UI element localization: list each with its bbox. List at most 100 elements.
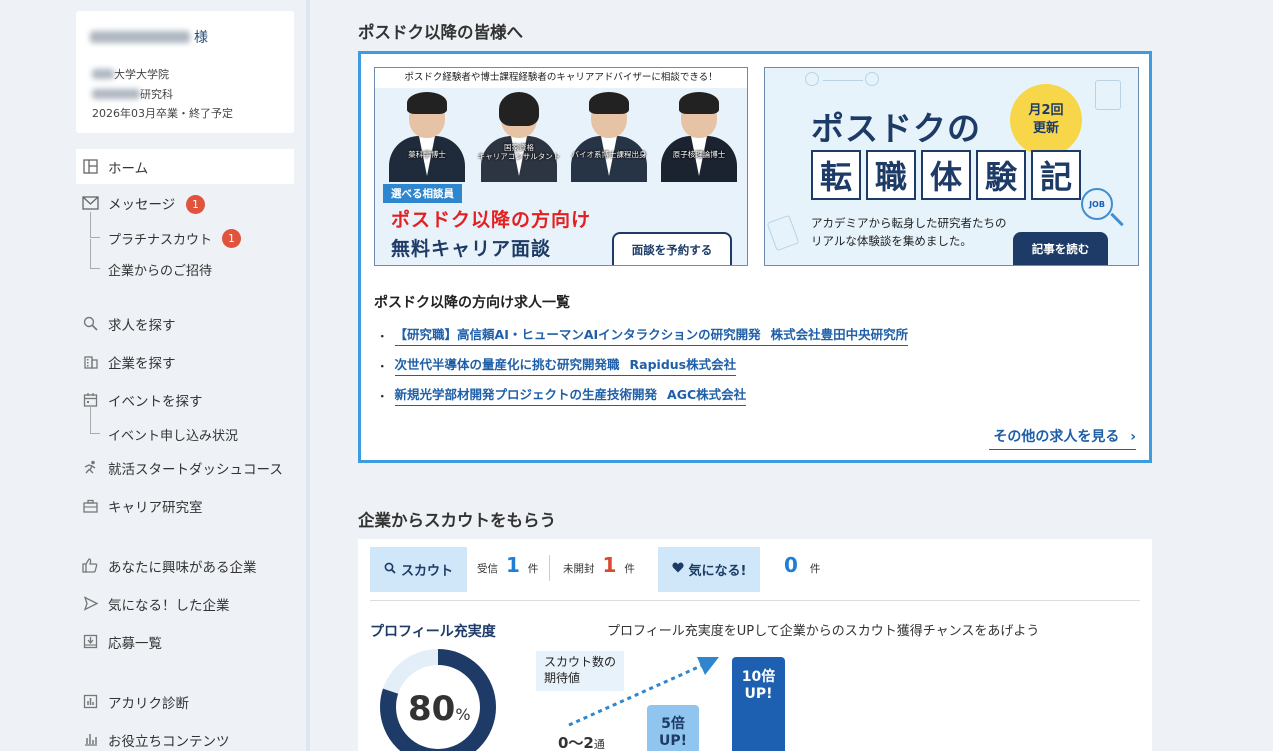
nav-find-events[interactable]: イベントを探す [76,382,294,417]
nav-find-jobs-label: 求人を探す [108,317,176,334]
nav-home-label: ホーム [108,160,149,177]
received-count[interactable]: 受信 1 件 [477,553,538,577]
like-count[interactable]: 0 件 [776,553,820,577]
user-name: 様 [90,27,208,47]
sidebar-divider [306,0,310,751]
banner-headline-sub: 無料キャリア面談 [391,238,552,260]
molecule-decoration [865,72,879,86]
profile-completion-title: プロフィール充実度 [370,624,496,640]
unopened-count[interactable]: 未開封 1 件 [563,553,635,577]
nav-find-companies[interactable]: 企業を探す [76,344,294,379]
advisor-photo [655,90,743,182]
advisor-photo [475,90,563,182]
job-magnifier-icon: JOB [1081,188,1113,220]
story-title: ポスドクの [811,109,981,148]
document-decoration [766,214,800,252]
briefcase-icon [81,497,99,515]
more-jobs-link[interactable]: その他の求人を見る › [989,426,1136,450]
story-description: アカデミアから転身した研究者たちの リアルな体験談を集めました。 [811,216,1007,248]
molecule-decoration [805,72,819,86]
advisor-caption: バイオ系博士課程出身 [571,150,647,159]
base-scout-count: 0〜2通 [558,734,605,751]
nav-messages[interactable]: メッセージ 1 [76,185,294,220]
search-icon [384,562,396,578]
read-article-button[interactable]: 記事を読む [1013,232,1108,265]
profile-hint: プロフィール充実度をUPして企業からのスカウト獲得チャンスをあげよう [607,624,1040,639]
nav-interested-companies[interactable]: あなたに興味がある企業 [76,548,294,583]
user-name-redacted [90,31,190,43]
messages-badge: 1 [186,195,205,214]
ten-times-bar: 10倍 UP! [732,657,785,751]
send-icon [81,595,99,613]
career-story-banner[interactable]: ポスドクの 月2回 更新 転 職 体 験 記 JOB アカデミアから転身した研究… [764,67,1139,266]
magnifier-handle [1110,212,1124,227]
nav-messages-label: メッセージ [108,196,176,213]
sidebar: 様 大学大学院 研究科 2026年03月卒業・終了予定 ホーム メッセージ 1 … [0,0,306,751]
story-title-char: 転 [811,150,861,200]
nav-interested-companies-label: あなたに興味がある企業 [108,559,257,576]
nav-invitations-label: 企業からのご招待 [108,263,213,279]
banner-top-text: ポスドク経験者や博士課程経験者のキャリアアドバイザーに相談できる！ [375,68,747,88]
nav-diagnosis[interactable]: アカリク診断 [76,684,294,719]
advisor-photo [383,90,471,182]
user-department: 研究科 [92,86,173,102]
advisor-caption: 国家資格 キャリアコンサルタント [477,143,561,161]
growth-arrow [568,657,719,727]
chart-icon [81,731,99,749]
job-link[interactable]: 【研究職】高信頼AI・ヒューマンAIインタラクションの研究開発 株式会社豊田中央研… [394,324,909,346]
nav-useful-contents[interactable]: お役立ちコンテンツ [76,722,294,751]
scout-tab[interactable]: スカウト [370,547,467,592]
stat-divider [549,555,550,581]
nav-applications[interactable]: 応募一覧 [76,624,294,659]
like-tab[interactable]: 気になる! [658,547,760,592]
advisor-caption: 原子核理論博士 [672,150,726,159]
banner-tag: 選べる相談員 [383,184,462,203]
tree-line [90,239,100,269]
nav-liked-companies-label: 気になる！した企業 [108,597,230,614]
five-times-bar: 5倍 UP! [647,705,699,751]
advisor-photo [565,90,653,182]
job-link[interactable]: 新規光学部材開発プロジェクトの生産技術開発 AGC株式会社 [394,384,747,406]
career-consult-banner[interactable]: ポスドク経験者や博士課程経験者のキャリアアドバイザーに相談できる！ 薬科学博士 … [374,67,748,266]
story-title-char: 職 [866,150,916,200]
running-icon [81,459,99,477]
user-university: 大学大学院 [92,66,169,82]
job-list-item: ・ 【研究職】高信頼AI・ヒューマンAIインタラクションの研究開発 株式会社豊田中… [376,324,909,346]
nav-career-lab-label: キャリア研究室 [108,499,203,516]
chevron-right-icon: › [1130,429,1136,445]
nav-find-companies-label: 企業を探す [108,355,176,372]
inbox-icon [81,633,99,651]
tree-line [90,406,100,434]
nav-home[interactable]: ホーム [76,149,294,184]
nav-startdash[interactable]: 就活スタートダッシュコース [76,450,294,485]
scout-section-title: 企業からスカウトをもらう [358,511,556,530]
job-list-item: ・ 新規光学部材開発プロジェクトの生産技術開発 AGC株式会社 [376,384,747,406]
story-title-char: 体 [921,150,971,200]
nav-find-events-label: イベントを探す [108,393,203,410]
job-link[interactable]: 次世代半導体の量産化に挑む研究開発職 Rapidus株式会社 [394,354,737,376]
user-name-suffix: 様 [194,30,208,46]
heart-icon [671,562,684,577]
nav-platinum-scout-label: プラチナスカウト [108,232,213,248]
story-title-char: 験 [976,150,1026,200]
layout-icon [81,158,99,176]
postdoc-jobs-title: ポスドク以降の方向け求人一覧 [374,295,570,311]
thumbs-up-icon [81,557,99,575]
user-graduation: 2026年03月卒業・終了予定 [92,107,233,120]
nav-liked-companies[interactable]: 気になる！した企業 [76,586,294,621]
scout-panel: スカウト 受信 1 件 未開封 1 件 気になる! 0 件 プロフィール充実度 … [358,539,1152,751]
story-title-char: 記 [1031,150,1081,200]
molecule-decoration [823,80,863,81]
postdoc-panel: ポスドク経験者や博士課程経験者のキャリアアドバイザーに相談できる！ 薬科学博士 … [358,51,1152,463]
user-card[interactable]: 様 大学大学院 研究科 2026年03月卒業・終了予定 [76,11,294,133]
mail-icon [81,194,99,212]
tree-line [90,212,100,238]
scout-divider [370,600,1140,601]
nav-find-jobs[interactable]: 求人を探す [76,306,294,341]
building-icon [81,353,99,371]
book-interview-button[interactable]: 面談を予約する [612,232,732,265]
nav-career-lab[interactable]: キャリア研究室 [76,488,294,523]
nav-useful-contents-label: お役立ちコンテンツ [108,733,230,750]
search-icon [81,315,99,333]
postdoc-section-title: ポスドク以降の皆様へ [358,23,523,42]
